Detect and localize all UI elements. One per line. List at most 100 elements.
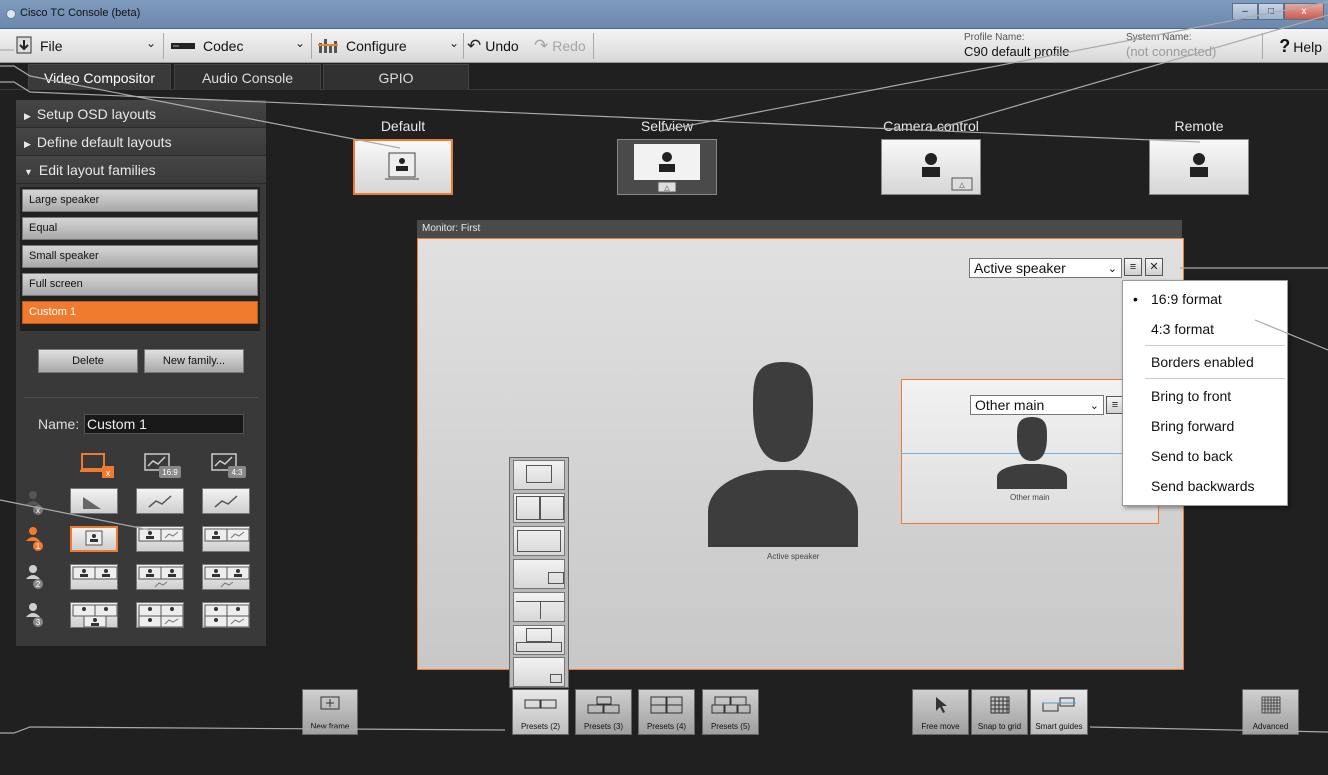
undo-button[interactable]: ↶ Undo <box>467 34 519 58</box>
family-item-large-speaker[interactable]: Large speaker <box>22 189 258 212</box>
layout-thumb-remote[interactable] <box>1149 139 1249 195</box>
chevron-down-icon: ⌄ <box>1089 400 1099 412</box>
accordion-define-default-layouts[interactable]: ▶ Define default layouts <box>16 128 266 156</box>
layout-thumb-default[interactable] <box>353 139 453 195</box>
preset-option[interactable] <box>513 559 565 589</box>
tab-audio-console[interactable]: Audio Console <box>174 64 321 90</box>
chevron-down-icon[interactable]: ⌄ <box>295 36 305 50</box>
layout-cell-2-4-3[interactable] <box>202 564 250 590</box>
menu-item-bring-forward[interactable]: Bring forward <box>1123 418 1287 434</box>
menu-item-send-to-back[interactable]: Send to back <box>1123 448 1287 464</box>
redo-button[interactable]: ↷ Redo <box>534 34 586 58</box>
new-family-button[interactable]: New family... <box>144 349 244 373</box>
menu-item-borders-enabled[interactable]: Borders enabled <box>1123 354 1287 370</box>
menu-item-bring-to-front[interactable]: Bring to front <box>1123 388 1287 404</box>
active-speaker-caption: Active speaker <box>767 552 820 561</box>
layout-cell-3-none[interactable] <box>70 602 118 628</box>
family-item-equal[interactable]: Equal <box>22 217 258 240</box>
frame-context-menu: • 16:9 format 4:3 format Borders enabled… <box>1122 280 1288 506</box>
frame-options-icon[interactable]: ≡ <box>1124 258 1142 276</box>
family-item-small-speaker[interactable]: Small speaker <box>22 245 258 268</box>
close-button[interactable]: x <box>1284 3 1324 20</box>
snap-to-grid-button[interactable]: Snap to grid <box>971 689 1028 735</box>
presets-3-button[interactable]: Presets (3) <box>575 689 632 735</box>
free-move-label: Free move <box>921 722 960 731</box>
presets-2-label: Presets (2) <box>520 722 561 731</box>
preset-option[interactable] <box>513 592 565 622</box>
configure-menu[interactable]: Configure <box>318 34 407 58</box>
layout-label-remote: Remote <box>1174 118 1224 134</box>
three-participants-icon: 3 <box>24 600 48 633</box>
redo-label: Redo <box>552 38 586 54</box>
codec-menu[interactable]: Codec <box>171 34 243 58</box>
sub-frame-source-select[interactable]: Other main ⌄ <box>970 395 1104 415</box>
advanced-button[interactable]: Advanced <box>1242 689 1299 735</box>
layout-cell-3-16-9[interactable] <box>136 602 184 628</box>
layout-cell-3-4-3[interactable] <box>202 602 250 628</box>
chevron-down-icon[interactable]: ⌄ <box>146 36 156 50</box>
presentation-16-9-icon[interactable]: 16:9 <box>143 452 183 485</box>
accordion-edit-layout-families[interactable]: ▼ Edit layout families <box>16 156 266 184</box>
layout-cell-2-16-9[interactable] <box>136 564 184 590</box>
minimize-button[interactable]: – <box>1232 3 1258 20</box>
layout-thumb-selfview[interactable]: △ <box>617 139 717 195</box>
free-move-button[interactable]: Free move <box>912 689 969 735</box>
title-bar: Cisco TC Console (beta) – □ x <box>0 0 1328 29</box>
preset-option[interactable] <box>513 460 565 490</box>
caret-down-icon: ▼ <box>24 167 33 177</box>
accordion-setup-osd-layouts[interactable]: ▶ Setup OSD layouts <box>16 100 266 128</box>
layout-cell-2-none[interactable] <box>70 564 118 590</box>
remove-frame-icon[interactable]: ✕ <box>1145 258 1163 276</box>
equalizer-icon <box>318 37 338 56</box>
layout-cell-x-none[interactable] <box>70 488 118 514</box>
tab-video-compositor[interactable]: Video Compositor <box>28 64 171 90</box>
preset-option[interactable] <box>513 625 565 655</box>
monitor-title: Monitor: First <box>417 220 1182 238</box>
layout-cell-x-4-3[interactable] <box>202 488 250 514</box>
help-button[interactable]: ? Help <box>1279 36 1322 57</box>
layout-thumb-camera-control[interactable]: △ <box>881 139 981 195</box>
maximize-button[interactable]: □ <box>1258 3 1284 20</box>
undo-label: Undo <box>485 38 519 54</box>
chevron-down-icon[interactable]: ⌄ <box>449 36 459 50</box>
layout-cell-x-16-9[interactable] <box>136 488 184 514</box>
menu-item-4-3-format[interactable]: 4:3 format <box>1123 321 1287 337</box>
badge-4-3: 4:3 <box>231 468 243 477</box>
layout-cell-1-none[interactable] <box>70 526 118 552</box>
family-item-full-screen[interactable]: Full screen <box>22 273 258 296</box>
accordion-label: Edit layout families <box>38 162 156 178</box>
delete-button[interactable]: Delete <box>38 349 138 373</box>
preset-option[interactable] <box>513 526 565 556</box>
presets-5-label: Presets (5) <box>710 722 751 731</box>
new-frame-label: New frame <box>310 722 350 731</box>
family-item-custom-1[interactable]: Custom 1 <box>22 301 258 324</box>
tab-gpio[interactable]: GPIO <box>323 64 469 90</box>
file-menu[interactable]: File <box>16 34 63 58</box>
presets-5-button[interactable]: Presets (5) <box>702 689 759 735</box>
configure-label: Configure <box>346 38 407 54</box>
toolbar-separator <box>311 33 312 59</box>
menu-item-send-backwards[interactable]: Send backwards <box>1123 478 1287 494</box>
family-name-field[interactable]: Custom 1 <box>84 414 244 434</box>
menu-item-16-9-format[interactable]: 16:9 format <box>1123 291 1287 307</box>
file-label: File <box>40 38 63 54</box>
tab-bar: Video Compositor Audio Console GPIO <box>0 63 1328 90</box>
system-name-label: System Name: <box>1126 32 1192 43</box>
window-title: Cisco TC Console (beta) <box>20 7 141 19</box>
no-presentation-icon[interactable]: x <box>80 452 116 485</box>
preset-option[interactable] <box>513 493 565 523</box>
preset-option[interactable] <box>513 657 565 687</box>
chevron-down-icon: ⌄ <box>1107 263 1117 275</box>
help-label: Help <box>1293 39 1322 55</box>
presets-4-button[interactable]: Presets (4) <box>638 689 695 735</box>
layout-cell-1-4-3[interactable] <box>202 526 250 552</box>
main-frame-source-value: Active speaker <box>974 260 1066 276</box>
presentation-4-3-icon[interactable]: 4:3 <box>210 452 250 485</box>
family-list: Large speaker Equal Small speaker Full s… <box>20 187 260 331</box>
smart-guides-button[interactable]: Smart guides <box>1030 689 1088 735</box>
layout-cell-1-16-9[interactable] <box>136 526 184 552</box>
new-frame-button[interactable]: New frame <box>302 689 358 735</box>
main-frame-source-select[interactable]: Active speaker ⌄ <box>969 258 1122 278</box>
svg-text:△: △ <box>664 185 670 192</box>
presets-2-button[interactable]: Presets (2) <box>512 689 569 735</box>
